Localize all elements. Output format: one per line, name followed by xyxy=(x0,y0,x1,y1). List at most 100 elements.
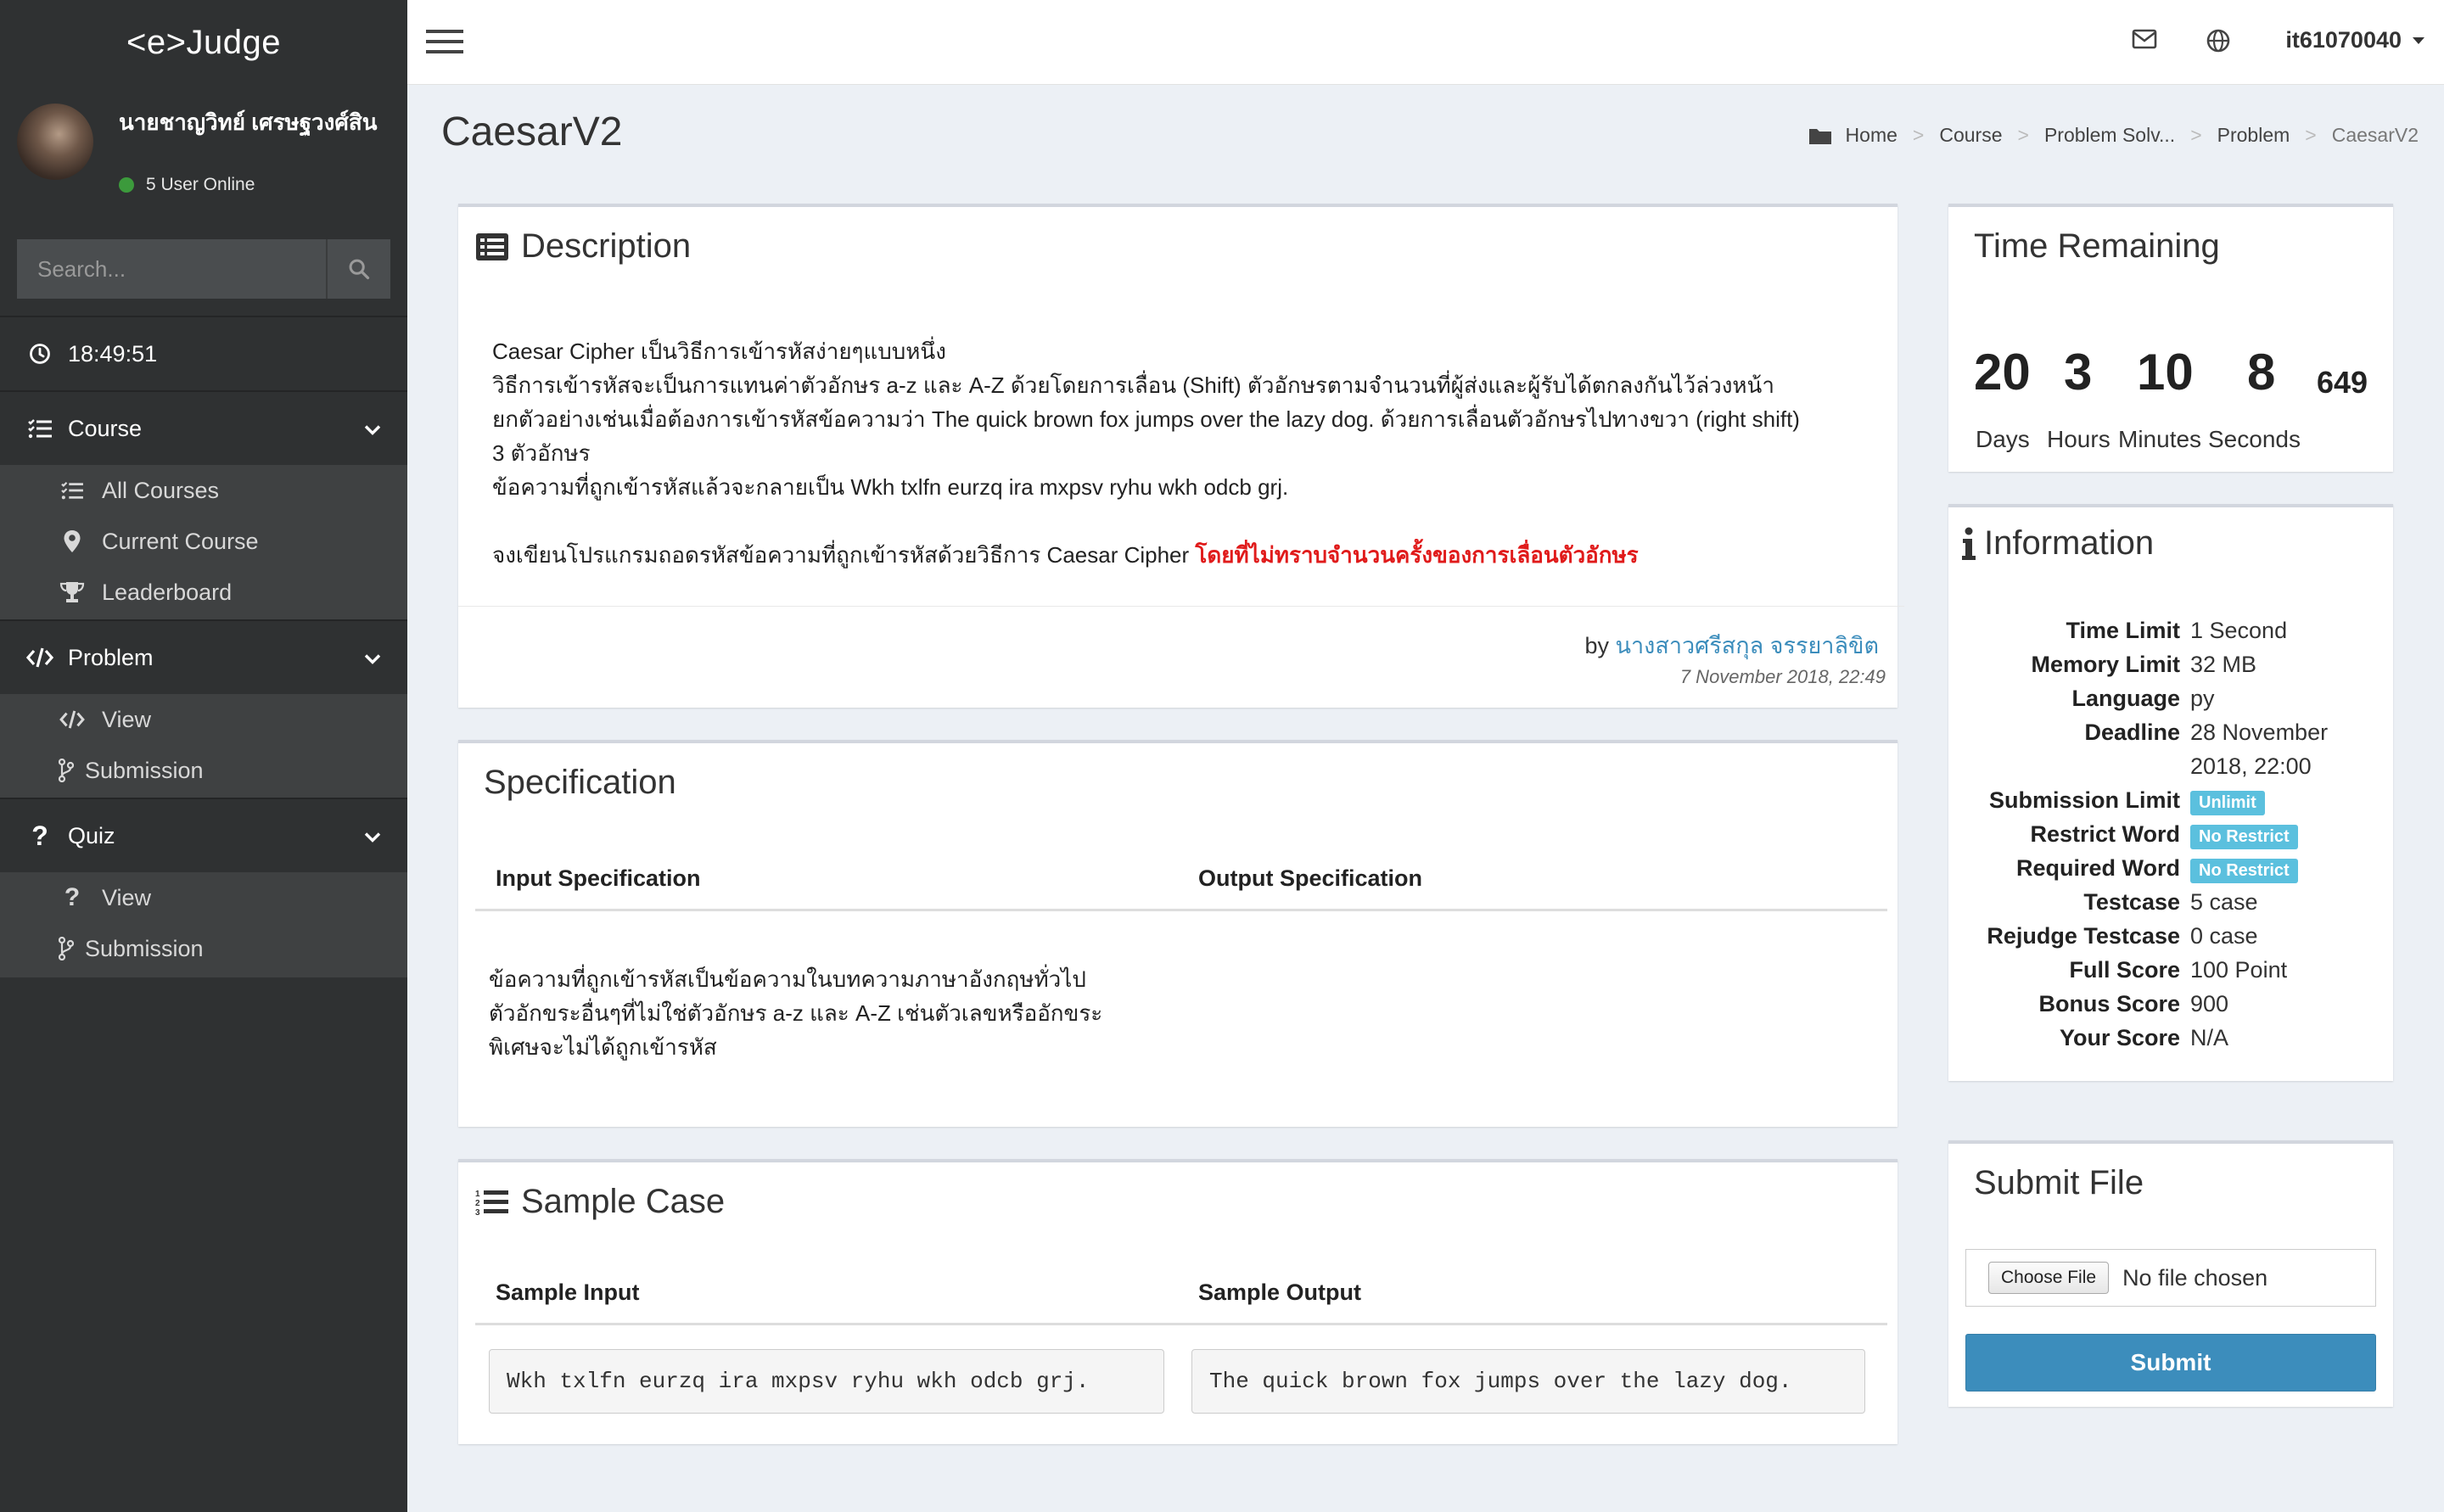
specification-box: Specification Input Specification Output… xyxy=(458,740,1897,1127)
sidebar-item-label: Leaderboard xyxy=(102,579,233,605)
breadcrumb: Home > Course > Problem Solv... > Proble… xyxy=(1808,124,2419,147)
course-submenu: All Courses Current Course Leaderboard xyxy=(0,465,407,619)
spec-line: ตัวอักขระอื่นๆที่ไม่ใช่ตัวอักษร a-z และ … xyxy=(489,1000,1103,1026)
countdown-days: 20 xyxy=(1974,344,2031,400)
sidebar-item-label: View xyxy=(102,706,152,732)
info-value: 5 case xyxy=(2190,889,2258,915)
info-row-submission-limit: Submission Limit Unlimit xyxy=(1948,787,2388,821)
submit-button[interactable]: Submit xyxy=(1965,1334,2376,1392)
breadcrumb-separator: > xyxy=(1912,124,1925,146)
search-input[interactable] xyxy=(17,239,326,299)
search-button[interactable] xyxy=(326,239,390,299)
countdown-milliseconds: 649 xyxy=(2317,365,2368,400)
countdown-label-minutes: Minutes xyxy=(2118,426,2202,452)
breadcrumb-separator: > xyxy=(2017,124,2029,146)
sidebar-item-all-courses[interactable]: All Courses xyxy=(0,465,407,516)
messages-button[interactable] xyxy=(2132,29,2157,53)
problem-submenu: View Submission xyxy=(0,694,407,798)
sidebar-item-quiz-view[interactable]: ? View xyxy=(0,872,407,923)
user-panel: นายชาญวิทย์ เศรษฐวงศ์สิน 5 User Online xyxy=(0,85,407,212)
sidebar-toggle[interactable] xyxy=(426,27,463,60)
language-button[interactable] xyxy=(2206,29,2230,57)
info-key: Bonus Score xyxy=(2038,991,2180,1016)
info-key: Rejudge Testcase xyxy=(1987,923,2180,949)
info-value: 28 November xyxy=(2190,720,2329,745)
info-key: Memory Limit xyxy=(2031,652,2180,677)
sample-case-box: 123 Sample Case Sample Input Sample Outp… xyxy=(458,1159,1897,1444)
submit-file-title: Submit File xyxy=(1974,1164,2144,1201)
sidebar-item-problem-view[interactable]: View xyxy=(0,694,407,745)
description-line: ยกตัวอย่างเช่นเมื่อต้องการเข้ารหัสข้อควา… xyxy=(492,406,1800,432)
globe-icon xyxy=(2206,29,2230,53)
sidebar-item-label: Current Course xyxy=(102,528,259,554)
info-value: No Restrict xyxy=(2190,821,2298,849)
sidebar-item-course[interactable]: Course xyxy=(0,392,407,465)
sidebar-item-label: View xyxy=(102,884,152,910)
list-icon xyxy=(58,480,87,501)
sidebar-item-quiz[interactable]: ? Quiz xyxy=(0,799,407,872)
info-value: py xyxy=(2190,686,2215,711)
file-status-text: No file chosen xyxy=(2122,1264,2268,1291)
description-line: Caesar Cipher เป็นวิธีการเข้ารหัสง่ายๆแบ… xyxy=(492,339,946,364)
quiz-submenu: ? View Submission xyxy=(0,872,407,977)
folder-icon xyxy=(1808,128,1831,144)
posted-date: 7 November 2018, 22:49 xyxy=(1679,666,1886,687)
envelope-icon xyxy=(2132,29,2157,49)
specification-table-header: Input Specification Output Specification xyxy=(475,837,1887,911)
sidebar-item-label: Quiz xyxy=(68,822,115,848)
info-value: 100 Point xyxy=(2190,957,2288,983)
spec-line: พิเศษจะไม่ได้ถูกเข้ารหัส xyxy=(489,1034,717,1060)
info-row-restrict-word: Restrict Word No Restrict xyxy=(1948,821,2388,855)
time-remaining-title: Time Remaining xyxy=(1974,227,2220,265)
description-line: 3 ตัวอักษร xyxy=(492,440,591,466)
info-value: 1 Second xyxy=(2190,618,2288,643)
chevron-down-icon xyxy=(363,823,382,849)
info-row-bonus-score: Bonus Score 900 xyxy=(1948,991,2388,1025)
choose-file-button[interactable]: Choose File xyxy=(1988,1262,2110,1294)
sidebar-item-quiz-submission[interactable]: Submission xyxy=(0,923,407,974)
description-task: จงเขียนโปรแกรมถอดรหัสข้อความที่ถูกเข้ารห… xyxy=(492,538,1850,572)
code-icon xyxy=(58,709,87,730)
info-icon xyxy=(1962,527,1976,561)
breadcrumb-home[interactable]: Home xyxy=(1846,124,1897,147)
info-row-language: Language py xyxy=(1948,686,2388,720)
info-row-your-score: Your Score N/A xyxy=(1948,1025,2388,1059)
sidebar-item-problem-submission[interactable]: Submission xyxy=(0,745,407,796)
user-menu[interactable]: it61070040 xyxy=(2285,27,2425,53)
sidebar-item-label: Course xyxy=(68,415,143,441)
list-ol-icon: 123 xyxy=(475,1188,509,1217)
breadcrumb-problem-solving[interactable]: Problem Solv... xyxy=(2044,124,2175,147)
map-marker-icon xyxy=(58,529,87,553)
question-icon: ? xyxy=(31,820,48,851)
sidebar-item-problem[interactable]: Problem xyxy=(0,621,407,694)
author-link[interactable]: นางสาวศรีสกุล จรรยาลิขิต xyxy=(1616,633,1879,658)
code-icon xyxy=(24,647,56,669)
breadcrumb-problem[interactable]: Problem xyxy=(2217,124,2290,147)
sample-table-header: Sample Input Sample Output xyxy=(475,1251,1887,1325)
countdown-hours: 3 xyxy=(2064,344,2093,400)
breadcrumb-course[interactable]: Course xyxy=(1939,124,2002,147)
info-key: Submission Limit xyxy=(1988,787,2180,813)
sidebar: <e>Judge นายชาญวิทย์ เศรษฐวงศ์สิน 5 User… xyxy=(0,0,407,1512)
info-key: Deadline xyxy=(2084,720,2180,745)
sidebar-item-leaderboard[interactable]: Leaderboard xyxy=(0,567,407,618)
input-spec-header: Input Specification xyxy=(496,865,701,891)
code-branch-icon xyxy=(58,937,75,960)
task-emphasis: โดยที่ไม่ทราบจำนวนครั้งของการเลื่อนตัวอั… xyxy=(1195,542,1639,568)
sample-case-title: 123 Sample Case xyxy=(475,1183,725,1221)
description-line: วิธีการเข้ารหัสจะเป็นการแทนค่าตัวอักษร a… xyxy=(492,372,1774,398)
info-value: 32 MB xyxy=(2190,652,2257,677)
info-key: Required Word xyxy=(2015,855,2180,881)
info-row-full-score: Full Score 100 Point xyxy=(1948,957,2388,991)
sidebar-item-label: All Courses xyxy=(102,477,220,503)
countdown-seconds: 8 xyxy=(2247,344,2276,400)
brand-logo[interactable]: <e>Judge xyxy=(0,0,407,85)
info-key: Time Limit xyxy=(2066,618,2180,643)
file-input[interactable]: Choose File No file chosen xyxy=(1965,1249,2376,1307)
avatar xyxy=(17,104,93,180)
caret-down-icon xyxy=(2413,36,2424,44)
info-key: Language xyxy=(2071,686,2180,711)
sidebar-item-current-course[interactable]: Current Course xyxy=(0,516,407,567)
info-value: N/A xyxy=(2190,1025,2229,1050)
top-navbar: it61070040 xyxy=(407,0,2444,85)
